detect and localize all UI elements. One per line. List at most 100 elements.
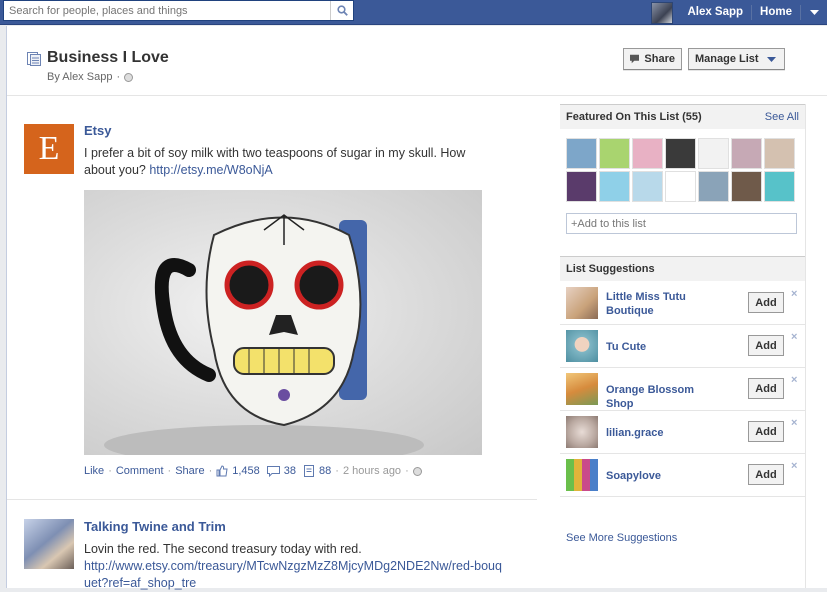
manage-list-button[interactable]: Manage List bbox=[688, 48, 785, 70]
comments-count[interactable]: 38 bbox=[284, 465, 296, 477]
story-divider bbox=[7, 499, 537, 500]
search-box[interactable] bbox=[3, 0, 354, 21]
column-border bbox=[805, 104, 806, 588]
story-message: I prefer a bit of soy milk with two teas… bbox=[84, 146, 466, 177]
main-panel: Business I Love By Alex Sapp · Share Man… bbox=[6, 26, 827, 590]
globe-icon bbox=[124, 72, 134, 82]
story-timestamp[interactable]: 2 hours ago bbox=[343, 465, 401, 477]
user-avatar[interactable] bbox=[651, 1, 674, 24]
featured-title: Featured On This List (55) bbox=[566, 111, 702, 123]
story-link[interactable]: http://www.etsy.com/treasury/MTcwNzgzMzZ… bbox=[84, 559, 502, 590]
story-text: Lovin the red. The second treasury today… bbox=[84, 541, 504, 592]
featured-thumbnail[interactable] bbox=[764, 138, 795, 169]
comment-icon bbox=[266, 465, 280, 477]
suggestion-avatar[interactable] bbox=[566, 330, 598, 362]
suggestion-avatar[interactable] bbox=[566, 459, 598, 491]
add-suggestion-button[interactable]: Add bbox=[748, 464, 784, 485]
suggestions-title: List Suggestions bbox=[566, 263, 655, 275]
story-avatar-etsy[interactable]: E bbox=[24, 124, 74, 174]
thumbs-up-icon bbox=[216, 465, 228, 477]
separator-dot: · bbox=[167, 465, 172, 477]
suggestion-name[interactable]: Tu Cute bbox=[606, 340, 718, 354]
skull-mug-image bbox=[104, 214, 424, 455]
chevron-down-icon bbox=[766, 56, 776, 62]
speech-bubble-icon bbox=[630, 54, 640, 64]
comment-link[interactable]: Comment bbox=[116, 465, 164, 477]
account-menu-button[interactable] bbox=[801, 0, 827, 25]
add-suggestion-button[interactable]: Add bbox=[748, 292, 784, 313]
story-photo[interactable] bbox=[84, 190, 482, 455]
featured-thumbnail[interactable] bbox=[599, 171, 630, 202]
add-suggestion-button[interactable]: Add bbox=[748, 421, 784, 442]
suggestion-item: Little Miss Tutu Boutique Add × bbox=[560, 282, 805, 325]
suggestion-item: lilian.grace Add × bbox=[560, 411, 805, 454]
dismiss-suggestion-button[interactable]: × bbox=[791, 374, 797, 386]
search-input[interactable] bbox=[4, 1, 330, 20]
featured-thumbnail[interactable] bbox=[698, 138, 729, 169]
dismiss-suggestion-button[interactable]: × bbox=[791, 331, 797, 343]
featured-thumbnail[interactable] bbox=[764, 171, 795, 202]
separator-dot: · bbox=[335, 465, 339, 477]
suggestion-item: Orange Blossom Shop Add × bbox=[560, 368, 805, 411]
add-suggestion-button[interactable]: Add bbox=[748, 335, 784, 356]
shares-count[interactable]: 88 bbox=[319, 465, 331, 477]
story-avatar-twine[interactable] bbox=[24, 519, 74, 569]
story-actions: Like · Comment · Share · 1,458 38 88 · 2… bbox=[84, 465, 422, 477]
story-message: Lovin the red. The second treasury today… bbox=[84, 542, 362, 556]
separator-dot: · bbox=[405, 465, 409, 477]
featured-thumbnail[interactable] bbox=[599, 138, 630, 169]
dismiss-suggestion-button[interactable]: × bbox=[791, 417, 797, 429]
featured-thumbnail[interactable] bbox=[665, 138, 696, 169]
featured-thumbnail[interactable] bbox=[731, 171, 762, 202]
story-author[interactable]: Etsy bbox=[84, 123, 111, 138]
share-button[interactable]: Share bbox=[623, 48, 682, 70]
separator-dot: · bbox=[208, 465, 213, 477]
likes-count[interactable]: 1,458 bbox=[232, 465, 260, 477]
featured-thumbnail[interactable] bbox=[566, 138, 597, 169]
dismiss-suggestion-button[interactable]: × bbox=[791, 288, 797, 300]
featured-thumbnails bbox=[566, 138, 798, 202]
suggestion-avatar[interactable] bbox=[566, 416, 598, 448]
like-link[interactable]: Like bbox=[84, 465, 104, 477]
featured-thumbnail[interactable] bbox=[731, 138, 762, 169]
suggestions-header: List Suggestions bbox=[560, 256, 805, 281]
reshare-icon bbox=[304, 465, 315, 477]
profile-link[interactable]: Alex Sapp bbox=[679, 0, 751, 25]
suggestion-name[interactable]: lilian.grace bbox=[606, 426, 718, 440]
featured-thumbnail[interactable] bbox=[632, 138, 663, 169]
share-link[interactable]: Share bbox=[175, 465, 204, 477]
top-bar: Alex Sapp Home bbox=[0, 0, 827, 25]
suggestion-item: Soapylove Add × bbox=[560, 454, 805, 497]
globe-icon bbox=[412, 466, 422, 476]
header-divider bbox=[7, 95, 827, 96]
see-all-link[interactable]: See All bbox=[765, 111, 799, 123]
see-more-suggestions-link[interactable]: See More Suggestions bbox=[566, 532, 677, 544]
manage-list-label: Manage List bbox=[695, 53, 759, 65]
featured-thumbnail[interactable] bbox=[566, 171, 597, 202]
suggestion-avatar[interactable] bbox=[566, 373, 598, 405]
share-label: Share bbox=[644, 53, 675, 65]
suggestion-name[interactable]: Little Miss Tutu Boutique bbox=[606, 290, 718, 318]
story-text: I prefer a bit of soy milk with two teas… bbox=[84, 145, 484, 179]
featured-thumbnail[interactable] bbox=[632, 171, 663, 202]
search-button[interactable] bbox=[330, 1, 353, 20]
dismiss-suggestion-button[interactable]: × bbox=[791, 460, 797, 472]
story-author[interactable]: Talking Twine and Trim bbox=[84, 519, 226, 534]
add-suggestion-button[interactable]: Add bbox=[748, 378, 784, 399]
suggestion-name[interactable]: Soapylove bbox=[606, 469, 718, 483]
list-icon bbox=[27, 52, 41, 66]
search-icon bbox=[336, 5, 348, 16]
add-to-list-input[interactable]: +Add to this list bbox=[566, 213, 797, 234]
featured-thumbnail[interactable] bbox=[665, 171, 696, 202]
byline: By Alex Sapp · bbox=[47, 71, 134, 83]
featured-thumbnail[interactable] bbox=[698, 171, 729, 202]
top-right-nav: Alex Sapp Home bbox=[651, 0, 827, 25]
chevron-down-icon bbox=[809, 9, 819, 15]
byline-text: By Alex Sapp bbox=[47, 71, 113, 83]
suggestion-name[interactable]: Orange Blossom Shop bbox=[606, 383, 718, 411]
separator-dot: · bbox=[108, 465, 112, 477]
home-link[interactable]: Home bbox=[752, 0, 800, 25]
featured-header: Featured On This List (55) See All bbox=[560, 104, 805, 129]
story-link[interactable]: http://etsy.me/W8oNjA bbox=[149, 163, 272, 177]
suggestion-avatar[interactable] bbox=[566, 287, 598, 319]
